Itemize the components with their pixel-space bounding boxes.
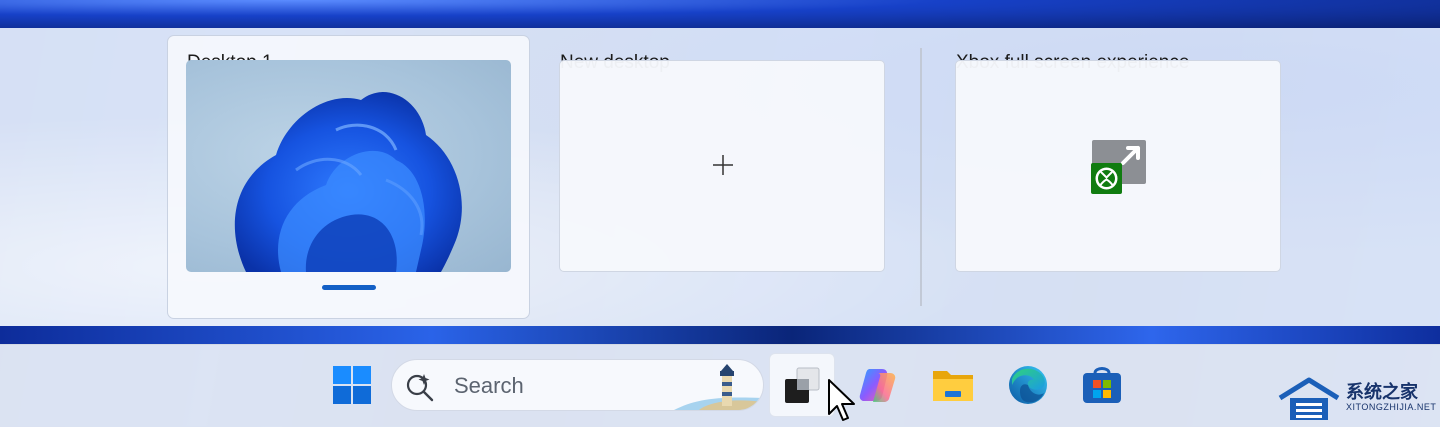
watermark-text: 系统之家 (1346, 382, 1418, 402)
copilot-search-icon (406, 374, 434, 402)
search-label: Search (454, 373, 524, 398)
site-watermark: 系统之家 XITONGZHIJIA.NET (1278, 372, 1438, 426)
bloom-wallpaper-image (234, 92, 462, 272)
file-explorer-icon[interactable] (931, 363, 975, 407)
plus-icon (713, 155, 733, 175)
wallpaper-top (0, 0, 1440, 28)
watermark-house-logo (1278, 377, 1340, 420)
search-box[interactable]: Search (391, 359, 764, 411)
mouse-cursor-icon (828, 379, 855, 421)
wallpaper-band (0, 326, 1440, 344)
lighthouse-icon (674, 364, 762, 410)
edge-icon[interactable] (1006, 363, 1050, 407)
watermark-url: XITONGZHIJIA.NET (1346, 402, 1437, 412)
separator (920, 48, 922, 306)
task-view-icon (785, 367, 820, 403)
xbox-fullscreen-icon (1091, 140, 1146, 194)
windows-logo-icon[interactable] (330, 363, 374, 407)
desktop-1-thumbnail[interactable] (186, 60, 511, 272)
microsoft-store-icon[interactable] (1080, 363, 1124, 407)
active-desktop-indicator (322, 285, 376, 290)
copilot-icon[interactable] (856, 363, 900, 407)
